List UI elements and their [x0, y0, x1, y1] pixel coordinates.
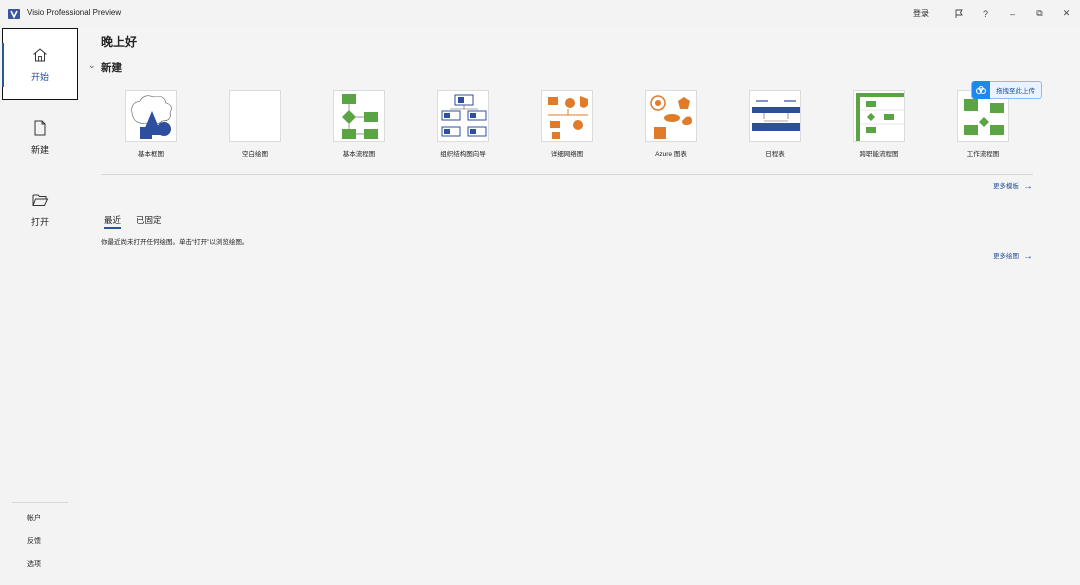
help-button[interactable]: ? — [972, 0, 999, 27]
nav-open[interactable]: 打开 — [2, 173, 78, 245]
template-label: 跨职能流程图 — [859, 151, 899, 158]
restore-button[interactable]: ⧉ — [1026, 0, 1053, 27]
more-templates-label: 更多模板 — [993, 183, 1019, 190]
basic-diagram-thumb — [125, 90, 177, 142]
template-azure-diagram[interactable]: Azure 图表 — [631, 90, 711, 158]
backstage-main: 晚上好 ⌄ 新建 基本框图 空白绘图 基本流程图 组织结构图向导 详细网络图 A… — [79, 27, 1080, 585]
template-label: 空白绘图 — [242, 151, 268, 158]
template-cross-functional-flowchart[interactable]: 跨职能流程图 — [839, 90, 919, 158]
upload-badge-label: 拖拽至此上传 — [996, 88, 1035, 95]
azure-diagram-thumb — [645, 90, 697, 142]
login-link[interactable]: 登录 — [913, 8, 929, 19]
folder-open-icon — [32, 194, 49, 206]
more-drawings-label: 更多绘图 — [993, 253, 1019, 260]
template-label: 日程表 — [765, 151, 785, 158]
nav-new-label: 新建 — [30, 144, 49, 155]
title-bar-controls: 登录 ? – ⧉ ✕ — [913, 0, 1080, 27]
greeting-heading: 晚上好 — [101, 35, 138, 49]
feedback-link[interactable]: 反馈 — [27, 536, 41, 546]
nav-home-label: 开始 — [30, 71, 49, 82]
minimize-button[interactable]: – — [999, 0, 1026, 27]
cross-functional-flowchart-thumb — [853, 90, 905, 142]
template-basic-flowchart[interactable]: 基本流程图 — [319, 90, 399, 158]
template-blank-drawing[interactable]: 空白绘图 — [215, 90, 295, 158]
template-workflow-diagram[interactable]: 工作流程图 — [943, 90, 1023, 158]
template-network-diagram[interactable]: 详细网络图 — [527, 90, 607, 158]
template-label: Azure 图表 — [655, 151, 687, 158]
template-label: 基本流程图 — [342, 151, 376, 158]
template-label: 组织结构图向导 — [440, 151, 486, 158]
template-timeline[interactable]: 日程表 — [735, 90, 815, 158]
template-label: 工作流程图 — [966, 151, 1000, 158]
feedback-flag-icon[interactable] — [945, 0, 972, 27]
more-drawings-link[interactable]: 更多绘图 → — [993, 250, 1033, 262]
sidebar-divider — [12, 502, 68, 503]
home-icon — [33, 47, 47, 61]
nav-open-label: 打开 — [30, 216, 49, 227]
arrow-right-icon: → — [1023, 250, 1033, 262]
app-title: Visio Professional Preview — [27, 8, 122, 17]
org-chart-thumb — [437, 90, 489, 142]
tab-pinned[interactable]: 已固定 — [136, 214, 162, 226]
options-link[interactable]: 选项 — [27, 559, 41, 569]
blank-drawing-thumb — [229, 90, 281, 142]
collapse-chevron-icon[interactable]: ⌄ — [88, 60, 96, 71]
template-org-chart[interactable]: 组织结构图向导 — [423, 90, 503, 158]
nav-home[interactable]: 开始 — [2, 28, 78, 100]
section-divider — [101, 174, 1033, 175]
template-basic-diagram[interactable]: 基本框图 — [111, 90, 191, 158]
cloud-upload-icon — [972, 81, 990, 99]
template-label: 基本框图 — [138, 151, 164, 158]
nav-new[interactable]: 新建 — [2, 101, 78, 173]
tab-recent[interactable]: 最近 — [104, 214, 122, 229]
arrow-right-icon: → — [1023, 180, 1033, 192]
new-section-title: 新建 — [101, 62, 122, 74]
empty-recent-message: 你最近尚未打开任何绘图。单击“打开”以浏览绘图。 — [101, 239, 249, 246]
close-button[interactable]: ✕ — [1053, 0, 1080, 27]
visio-app-icon — [8, 9, 20, 19]
title-bar: Visio Professional Preview 登录 ? – ⧉ ✕ — [0, 0, 1080, 27]
new-document-icon — [34, 120, 46, 135]
more-templates-link[interactable]: 更多模板 → — [993, 180, 1033, 192]
template-label: 详细网络图 — [550, 151, 584, 158]
drag-upload-badge[interactable]: 拖拽至此上传 — [971, 81, 1042, 99]
account-link[interactable]: 帐户 — [27, 513, 41, 523]
backstage-sidebar: 开始 新建 打开 帐户 反馈 选项 — [0, 27, 79, 585]
network-diagram-thumb — [541, 90, 593, 142]
basic-flowchart-thumb — [333, 90, 385, 142]
timeline-thumb — [749, 90, 801, 142]
